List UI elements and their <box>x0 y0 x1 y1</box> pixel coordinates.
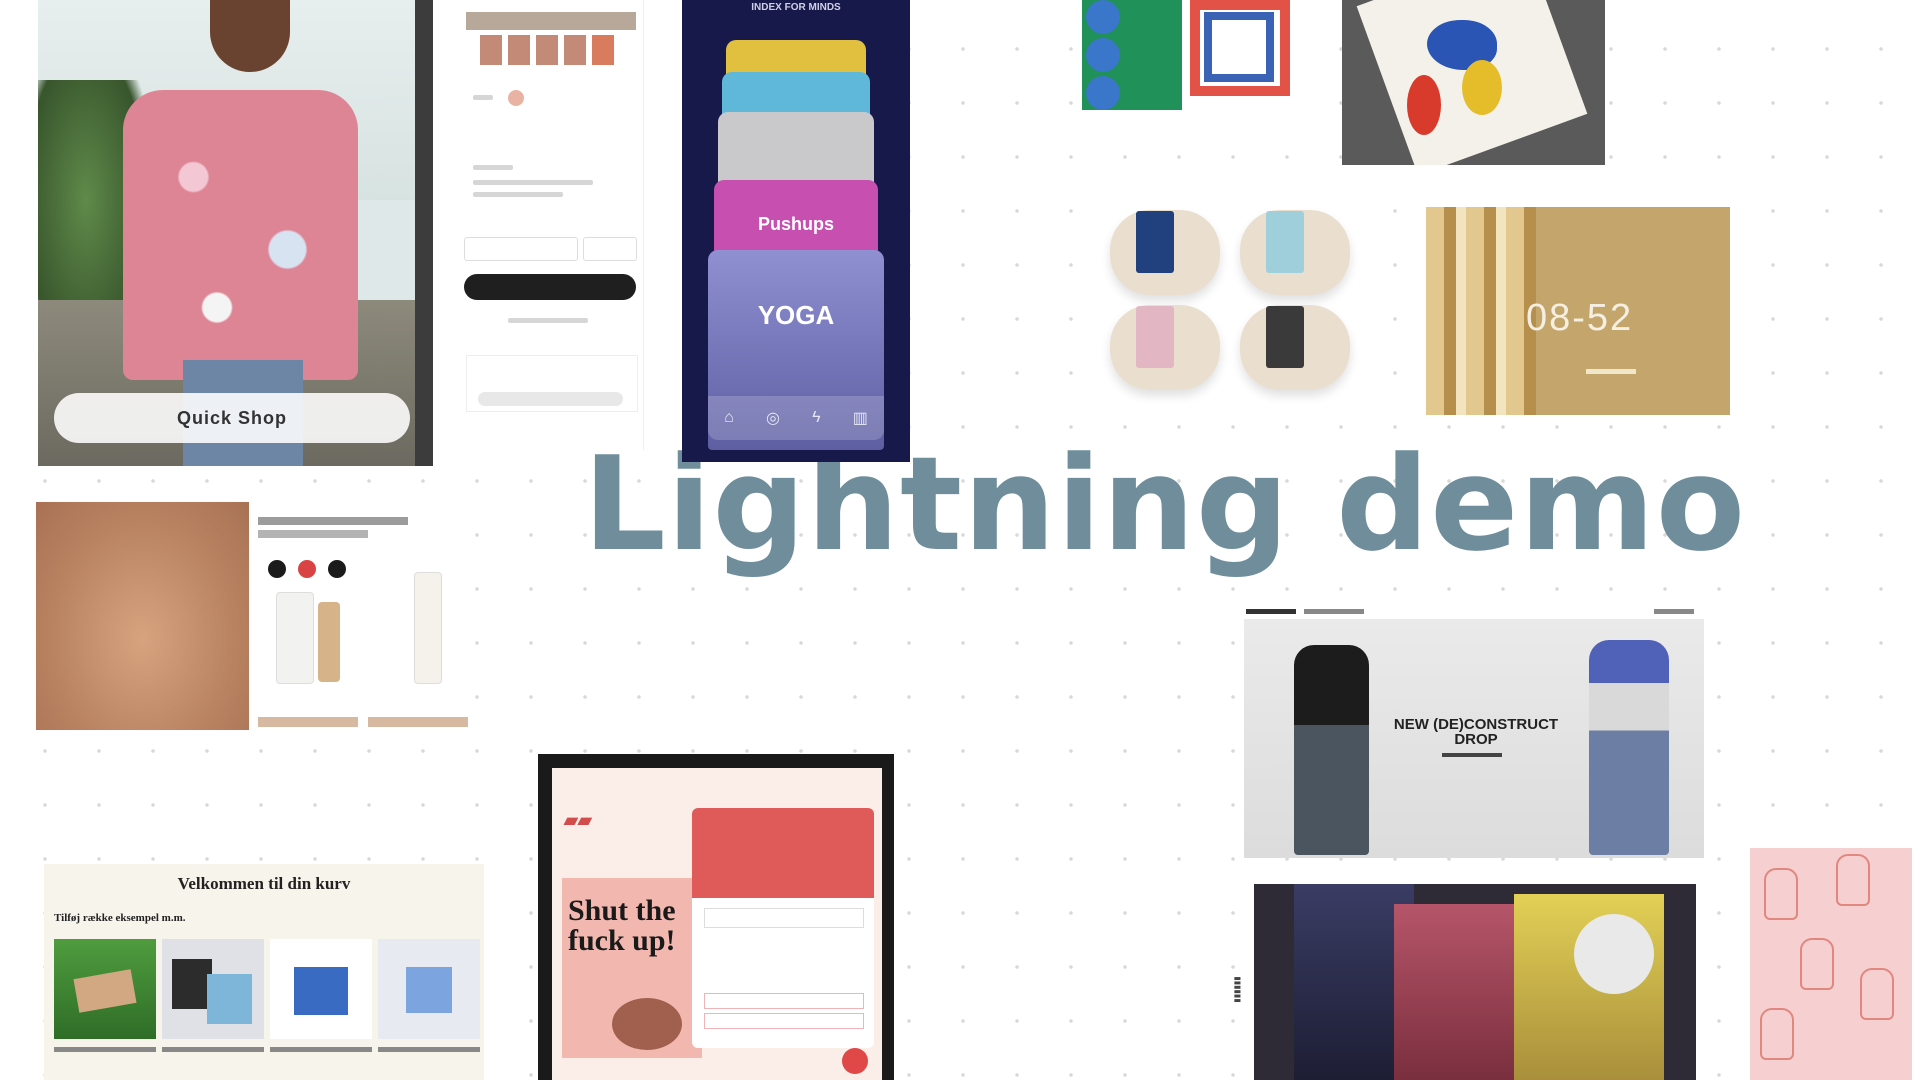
print-inner-frame <box>1204 12 1274 82</box>
swatch-dot[interactable] <box>328 560 346 578</box>
text-line <box>473 165 513 170</box>
text-line <box>473 95 493 100</box>
heading-line <box>258 530 368 538</box>
text-line <box>473 180 593 185</box>
product-bottle[interactable] <box>276 592 314 684</box>
product-thumb[interactable] <box>508 35 530 65</box>
compass-icon[interactable]: ◎ <box>766 408 780 428</box>
shop-link[interactable] <box>1442 753 1502 757</box>
pack-label <box>1136 211 1174 273</box>
pink-pattern-card[interactable] <box>1750 848 1912 1080</box>
poster-number: 08-52 <box>1526 297 1634 339</box>
hand-shape <box>1860 968 1894 1020</box>
product-thumb[interactable] <box>536 35 558 65</box>
drop-headline: NEW (DE)CONSTRUCT DROP <box>1393 716 1559 748</box>
hand-shape <box>1836 854 1870 906</box>
quick-shop-button[interactable]: Quick Shop <box>54 393 410 443</box>
cart-card[interactable]: Velkommen til din kurv Tilføj række ekse… <box>44 864 484 1080</box>
poster-page: ▰▰ Shut the fuck up! <box>552 768 882 1080</box>
pushups-label: Pushups <box>757 214 834 234</box>
circle-shape <box>1086 76 1120 110</box>
collage-card[interactable] <box>1254 884 1696 1080</box>
vertical-label-mark: ▮▮▮▮▮▮ <box>1232 976 1242 1003</box>
scroll-divider <box>415 0 433 466</box>
yoga-label: YOGA <box>757 300 835 330</box>
site-nav <box>1244 605 1704 619</box>
modal-header <box>692 808 874 898</box>
deconstruct-card[interactable]: NEW (DE)CONSTRUCT DROP <box>1244 605 1704 858</box>
skin-closeup-image <box>36 502 249 730</box>
swatch-dot[interactable] <box>298 560 316 578</box>
item-caption <box>378 1047 480 1052</box>
brain-illustration <box>612 998 682 1050</box>
floral-shirt <box>123 90 358 380</box>
item-caption <box>162 1047 264 1052</box>
circle-shape <box>1086 38 1120 72</box>
collage-figure <box>1394 904 1534 1080</box>
app-header: INDEX FOR MINDS <box>751 2 841 13</box>
product-dropper[interactable] <box>318 602 340 682</box>
modal-option[interactable] <box>704 993 864 1009</box>
model-figure <box>1294 645 1369 855</box>
app-tab-bar: ⌂ ◎ ϟ ▥ <box>708 396 884 440</box>
stats-icon[interactable]: ▥ <box>853 408 868 428</box>
secondary-button[interactable] <box>478 392 623 406</box>
hand-shape <box>1760 1008 1794 1060</box>
heading-line <box>258 517 408 525</box>
cart-subheading: Tilføj række eksempel m.m. <box>54 912 186 924</box>
swatch-dot[interactable] <box>268 560 286 578</box>
text-line <box>473 192 563 197</box>
add-button[interactable] <box>258 717 358 727</box>
category-tile-pushups[interactable]: Pushups <box>714 180 878 260</box>
hand-shape <box>1800 938 1834 990</box>
item-caption <box>270 1047 372 1052</box>
quantity-stepper[interactable] <box>583 237 637 261</box>
email-field[interactable] <box>704 908 864 928</box>
hand-shape <box>1764 868 1798 920</box>
collage-figure <box>1574 914 1654 994</box>
product-thumb[interactable] <box>564 35 586 65</box>
flatlay-card[interactable] <box>1342 0 1605 165</box>
model-figure <box>1589 640 1669 855</box>
pack-label <box>1266 306 1304 368</box>
product-thumb[interactable] <box>480 35 502 65</box>
product-tube[interactable] <box>414 572 442 684</box>
add-to-bag-button[interactable] <box>464 274 636 300</box>
color-swatch[interactable] <box>508 90 524 106</box>
text-line <box>1586 369 1636 374</box>
poster-headline: Shut the fuck up! <box>568 894 676 957</box>
store-logo: ▰▰ <box>564 810 592 830</box>
gold-poster-card[interactable]: 08-52 <box>1426 207 1730 415</box>
packs-card[interactable] <box>1100 205 1360 405</box>
shape-yellow <box>1462 60 1502 115</box>
modal-option[interactable] <box>704 1013 864 1029</box>
chat-icon[interactable] <box>842 1048 868 1074</box>
cart-item-image[interactable] <box>162 939 264 1039</box>
flame-icon[interactable]: ϟ <box>812 409 820 427</box>
cart-item-image[interactable] <box>270 939 372 1039</box>
product-banner <box>466 12 636 30</box>
cart-heading: Velkommen til din kurv <box>177 874 351 893</box>
home-icon[interactable]: ⌂ <box>724 409 734 427</box>
cart-item-image[interactable] <box>378 939 480 1039</box>
cart-item-image[interactable] <box>54 939 156 1039</box>
product-page-card[interactable] <box>458 0 644 450</box>
add-button[interactable] <box>368 717 468 727</box>
poster-store-card[interactable]: ▰▰ Shut the fuck up! <box>538 754 894 1080</box>
pack-label <box>1266 211 1304 273</box>
wishlist-link[interactable] <box>508 318 588 323</box>
skincare-card[interactable] <box>36 502 472 732</box>
item-caption <box>54 1047 156 1052</box>
pack-label <box>1136 306 1174 368</box>
shape-red <box>1407 75 1441 135</box>
size-select[interactable] <box>464 237 578 261</box>
product-thumb[interactable] <box>592 35 614 65</box>
prints-card[interactable] <box>1082 0 1292 112</box>
gold-pattern <box>1426 207 1536 415</box>
yoga-app-card[interactable]: INDEX FOR MINDS Pushups YOGA ⌂ ◎ ϟ ▥ <box>682 0 910 462</box>
circle-shape <box>1086 0 1120 34</box>
model-photo-card[interactable]: Quick Shop <box>38 0 433 466</box>
